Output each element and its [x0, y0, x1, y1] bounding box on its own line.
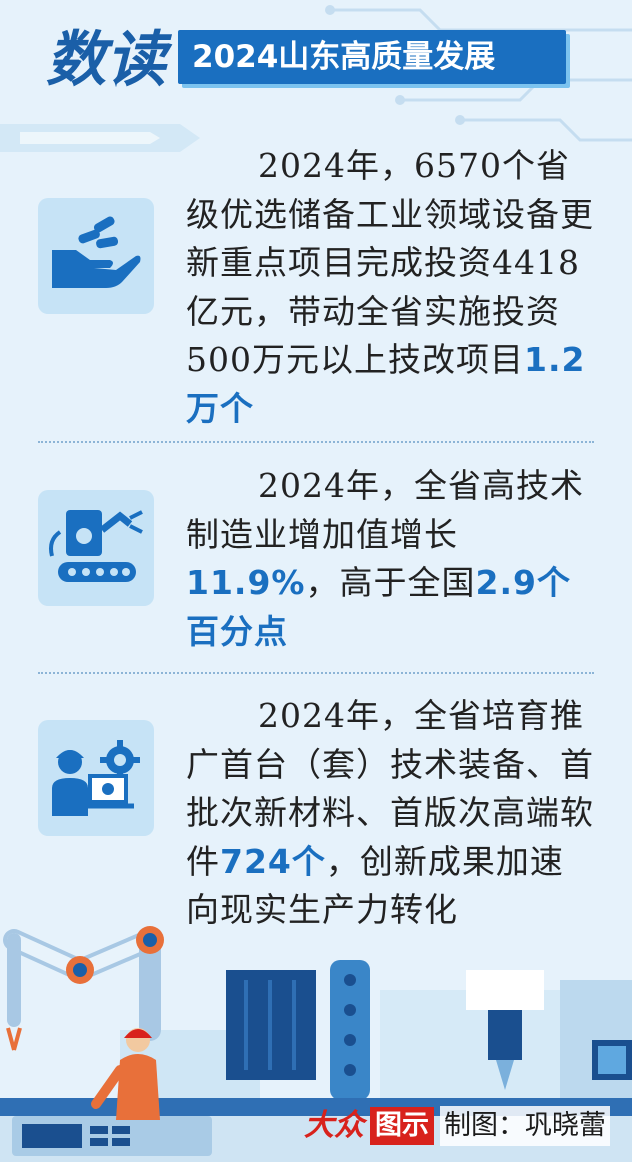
robot-joint: [73, 963, 87, 977]
hand-coins-icon: [38, 198, 154, 314]
section-high-tech-text: 2024年，全省高技术制造业增加值增长11.9%，高于全国2.9个百分点: [186, 466, 584, 651]
monitor-screen: [598, 1046, 626, 1074]
section-divider: [38, 441, 594, 443]
section-innovation-text: 2024年，全省培育推广首台（套）技术装备、首批次新材料、首版次高端软件724个…: [186, 696, 594, 929]
engineer-laptop-icon: [38, 720, 154, 836]
credit: 大众 图示 制图：巩晓蕾: [304, 1104, 610, 1148]
highlight-value: 724个: [220, 841, 326, 881]
author-credit: 制图：巩晓蕾: [440, 1106, 610, 1146]
section-divider: [38, 672, 594, 674]
highlight-value: 11.9%: [186, 563, 306, 602]
calligraphy-text: 数读: [46, 25, 173, 94]
speed-lines-decoration: [0, 124, 200, 152]
panel-screen: [22, 1124, 82, 1148]
drill-head: [466, 970, 544, 1010]
drill-body: [488, 1010, 522, 1060]
page-title: 2024山东高质量发展: [178, 30, 566, 84]
worker-body: [116, 1054, 160, 1120]
robot-arm-icon: [38, 490, 154, 606]
calligraphy-title: 数读: [46, 18, 186, 95]
robot-gripper: [6, 1027, 22, 1051]
robot-joint: [143, 933, 157, 947]
logo-script: 大众: [304, 1108, 364, 1143]
robot-arm: [3, 929, 161, 1041]
section-investment-text: 2024年，6570个省级优选储备工业领域设备更新重点项目完成投资4418亿元，…: [186, 146, 594, 428]
logo-box: 图示: [370, 1107, 434, 1145]
